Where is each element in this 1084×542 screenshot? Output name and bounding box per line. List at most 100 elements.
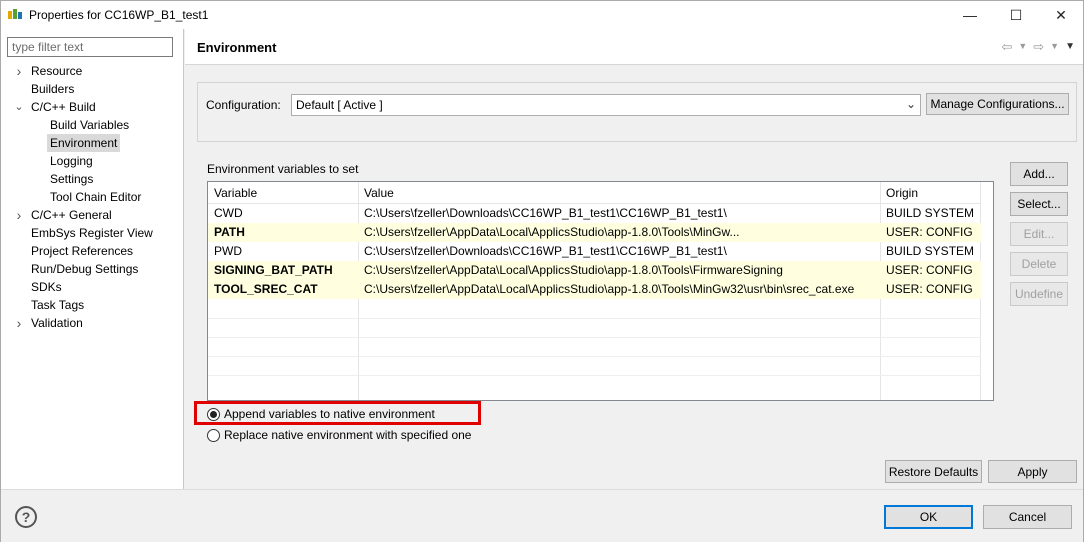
chevron-right-icon[interactable]: › [13,62,25,80]
app-logo-icon [8,9,22,19]
help-icon[interactable]: ? [15,506,37,528]
forward-menu-chevron-icon[interactable]: ▼ [1050,39,1059,55]
cell-variable: TOOL_SREC_CAT [214,282,318,296]
append-radio[interactable] [207,407,220,421]
configuration-value: Default [ Active ] [296,98,383,112]
cancel-button[interactable]: Cancel [983,505,1072,529]
maximize-button[interactable]: ☐ [993,1,1039,29]
cell-variable: PWD [214,244,242,258]
table-row[interactable]: SIGNING_BAT_PATH C:\Users\fzeller\AppData… [208,261,993,280]
add-button[interactable]: Add... [1010,162,1068,186]
column-header-value[interactable]: Value [358,182,880,204]
page-header: Environment ⇦ ▼ ⇨ ▼ ▼ [185,29,1083,65]
row-divider [208,337,981,338]
apply-button[interactable]: Apply [988,460,1077,483]
column-header-origin[interactable]: Origin [880,182,980,204]
cell-value: C:\Users\fzeller\AppData\Local\ApplicsSt… [364,263,783,277]
delete-button[interactable]: Delete [1010,252,1068,276]
cell-value: C:\Users\fzeller\AppData\Local\ApplicsSt… [364,225,740,239]
tree-item[interactable]: Project References [1,242,183,260]
table-scrollbar[interactable] [981,182,993,400]
cell-origin: USER: CONFIG [886,225,973,239]
tree-item[interactable]: SDKs [1,278,183,296]
cell-variable: SIGNING_BAT_PATH [214,263,333,277]
tree-item-label: Resource [31,64,83,78]
chevron-right-icon[interactable]: › [13,314,25,332]
replace-option[interactable]: Replace native environment with specifie… [207,426,471,444]
column-header-variable[interactable]: Variable [208,182,358,204]
tree-item[interactable]: Build Variables [1,116,183,134]
tree-item[interactable]: › Resource [1,62,183,80]
chevron-down-icon: ⌄ [905,97,916,111]
append-label: Append variables to native environment [224,407,435,421]
chevron-right-icon[interactable]: › [13,206,25,224]
chevron-down-icon[interactable]: ⌄ [13,98,25,116]
select-button[interactable]: Select... [1010,192,1068,216]
property-tree: › Resource Builders ⌄ C/C++ Build Build Varia… [1,62,183,332]
edit-button[interactable]: Edit... [1010,222,1068,246]
back-menu-chevron-icon[interactable]: ▼ [1018,39,1027,55]
cell-variable: CWD [214,206,243,220]
tree-item[interactable]: ⌄ C/C++ Build [1,98,183,116]
table-body: CWD C:\Users\fzeller\Downloads\CC16WP_B1_… [208,204,993,299]
minimize-button[interactable]: — [947,1,993,29]
table-row[interactable]: CWD C:\Users\fzeller\Downloads\CC16WP_B1_… [208,204,993,223]
table-row[interactable]: PWD C:\Users\fzeller\Downloads\CC16WP_B1_… [208,242,993,261]
replace-radio[interactable] [207,428,220,442]
ok-button[interactable]: OK [884,505,973,529]
row-divider [208,356,981,357]
tree-item[interactable]: Environment [1,134,183,152]
property-navigation-panel: › Resource Builders ⌄ C/C++ Build Build Varia… [1,29,184,489]
tree-item[interactable]: Tool Chain Editor [1,188,183,206]
history-nav: ⇦ ▼ ⇨ ▼ ▼ [1001,39,1075,55]
tree-item[interactable]: › C/C++ General [1,206,183,224]
close-icon: ✕ [1055,6,1067,23]
view-menu-icon[interactable]: ▼ [1065,39,1075,55]
tree-item[interactable]: Task Tags [1,296,183,314]
restore-defaults-button[interactable]: Restore Defaults [885,460,982,483]
configuration-select[interactable]: Default [ Active ] ⌄ [291,94,921,116]
help-glyph: ? [21,509,31,525]
tree-item-label: Logging [50,154,93,168]
replace-label: Replace native environment with specifie… [224,428,472,442]
tree-item[interactable]: › Validation [1,314,183,332]
forward-arrow-icon[interactable]: ⇨ [1033,39,1044,55]
configuration-group: Configuration: Default [ Active ] ⌄ Mana… [197,82,1077,142]
undefine-button[interactable]: Undefine [1010,282,1068,306]
append-option[interactable]: Append variables to native environment [207,405,435,423]
environment-page: Environment ⇦ ▼ ⇨ ▼ ▼ Configuration: Def… [185,29,1083,489]
properties-window: Properties for CC16WP_B1_test1 — ☐ ✕ › Re… [0,0,1084,542]
tree-item-label: Environment [47,134,121,152]
table-row[interactable]: PATH C:\Users\fzeller\AppData\Local\Appli… [208,223,993,242]
configuration-label: Configuration: [206,98,281,112]
tree-item-label: Run/Debug Settings [31,262,139,276]
tree-item[interactable]: Builders [1,80,183,98]
tree-item[interactable]: Logging [1,152,183,170]
row-divider [208,375,981,376]
table-row[interactable]: TOOL_SREC_CAT C:\Users\fzeller\AppData\Lo… [208,280,993,299]
back-arrow-icon[interactable]: ⇦ [1001,39,1012,55]
tree-item-label: Build Variables [50,118,130,132]
filter-input[interactable] [7,37,173,57]
title-bar: Properties for CC16WP_B1_test1 — ☐ ✕ [1,1,1083,29]
cell-origin: BUILD SYSTEM [886,206,975,220]
tree-item[interactable]: EmbSys Register View [1,224,183,242]
tree-item-label: C/C++ General [31,208,112,222]
row-divider [208,318,981,319]
tree-item-label: EmbSys Register View [31,226,153,240]
tree-item-label: SDKs [31,280,62,294]
window-title: Properties for CC16WP_B1_test1 [29,8,209,22]
minimize-icon: — [963,7,977,23]
tree-item-label: Settings [50,172,94,186]
tree-item[interactable]: Run/Debug Settings [1,260,183,278]
cell-variable: PATH [214,225,245,239]
env-variables-table[interactable]: Variable Value Origin CWD C:\Users\fzelle… [207,181,994,401]
manage-configurations-button[interactable]: Manage Configurations... [926,93,1069,115]
close-button[interactable]: ✕ [1038,1,1084,29]
table-header: Variable Value Origin [208,182,993,204]
tree-item-label: Project References [31,244,134,258]
maximize-icon: ☐ [1009,6,1023,23]
cell-origin: BUILD SYSTEM [886,244,975,258]
cell-origin: USER: CONFIG [886,282,973,296]
tree-item[interactable]: Settings [1,170,183,188]
